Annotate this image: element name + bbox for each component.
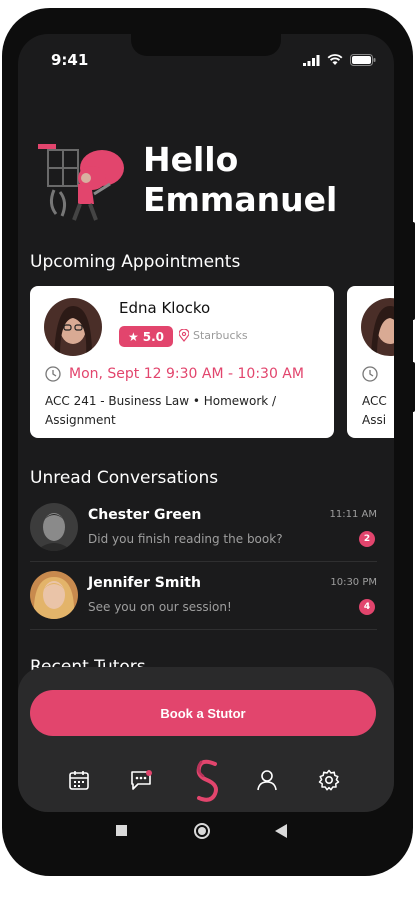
tutor-name: Edna Klocko (119, 299, 211, 317)
greeting: Hello Emmanuel (143, 140, 337, 220)
contact-avatar (30, 571, 78, 619)
calendar-icon (69, 771, 89, 790)
message-preview: Did you finish reading the book? (88, 532, 283, 546)
stutor-logo-icon (196, 759, 218, 802)
contact-name: Chester Green (88, 507, 202, 523)
nav-messages[interactable] (128, 767, 154, 793)
profile-icon (257, 770, 277, 791)
clock-icon (45, 366, 61, 382)
tutor-avatar (44, 298, 102, 356)
message-time: 10:30 PM (330, 577, 377, 588)
settings-icon (318, 769, 340, 791)
tutor-avatar (361, 298, 394, 356)
contact-avatar-image (30, 571, 78, 619)
rating-value: 5.0 (142, 329, 165, 344)
upcoming-appointments-title: Upcoming Appointments (30, 252, 241, 272)
signal-icon (303, 54, 320, 66)
back-button[interactable] (274, 823, 288, 839)
unread-badge: 4 (359, 599, 375, 615)
conversation-item[interactable]: Jennifer Smith See you on our session! 1… (30, 563, 377, 629)
tutor-avatar-image (361, 298, 394, 356)
contact-avatar (30, 503, 78, 551)
divider (30, 629, 377, 630)
chat-icon (131, 770, 152, 790)
appointment-time: Mon, Sept 12 9:30 AM - 10:30 AM (45, 366, 304, 382)
greeting-username: Emmanuel (143, 180, 338, 219)
nav-home[interactable] (190, 757, 224, 805)
phone-frame: 9:41 Hello Emmanuel Upcoming Appointment… (2, 8, 413, 876)
message-preview: See you on our session! (88, 600, 232, 614)
system-navigation-bar (2, 812, 413, 852)
rating-badge: ★ 5.0 (119, 326, 173, 347)
appointment-card[interactable]: Edna Klocko ★ 5.0 Starbucks Mon, Sept 12… (30, 286, 334, 438)
status-time: 9:41 (51, 51, 89, 69)
battery-icon (350, 54, 376, 66)
book-stutor-button[interactable]: Book a Stutor (30, 690, 376, 736)
camera-notch (131, 34, 281, 56)
tutor-avatar-image (44, 298, 102, 356)
nav-calendar[interactable] (66, 767, 92, 793)
message-time: 11:11 AM (329, 509, 377, 520)
bottom-action-sheet: Book a Stutor (18, 667, 394, 812)
clock-icon (362, 366, 378, 382)
wifi-icon (327, 54, 343, 65)
location-pin-icon (179, 329, 189, 342)
phone-side-button (410, 362, 415, 412)
welcome-illustration (38, 144, 124, 221)
home-button[interactable] (193, 822, 211, 840)
appointment-description: ACC 241 - Business Law • Homework / Assi… (45, 394, 277, 427)
recents-button[interactable] (116, 825, 127, 836)
unread-badge: 2 (359, 531, 375, 547)
app-screen: 9:41 Hello Emmanuel Upcoming Appointment… (18, 34, 394, 812)
greeting-hello: Hello (143, 140, 239, 179)
star-icon: ★ (127, 329, 139, 344)
appointment-card-partial[interactable]: ACC Assi (347, 286, 394, 438)
appointment-time-text: Mon, Sept 12 9:30 AM - 10:30 AM (69, 366, 304, 382)
nav-profile[interactable] (254, 767, 280, 793)
phone-side-button (410, 222, 415, 320)
divider (30, 561, 377, 562)
conversation-item[interactable]: Chester Green Did you finish reading the… (30, 495, 377, 561)
location-name: Starbucks (193, 329, 248, 342)
location: Starbucks (179, 329, 248, 342)
appointment-description: ACC Assi (362, 394, 387, 427)
nav-settings[interactable] (316, 767, 342, 793)
unread-conversations-title: Unread Conversations (30, 468, 219, 488)
contact-name: Jennifer Smith (88, 575, 201, 591)
contact-avatar-image (30, 503, 78, 551)
status-icons (303, 54, 376, 66)
